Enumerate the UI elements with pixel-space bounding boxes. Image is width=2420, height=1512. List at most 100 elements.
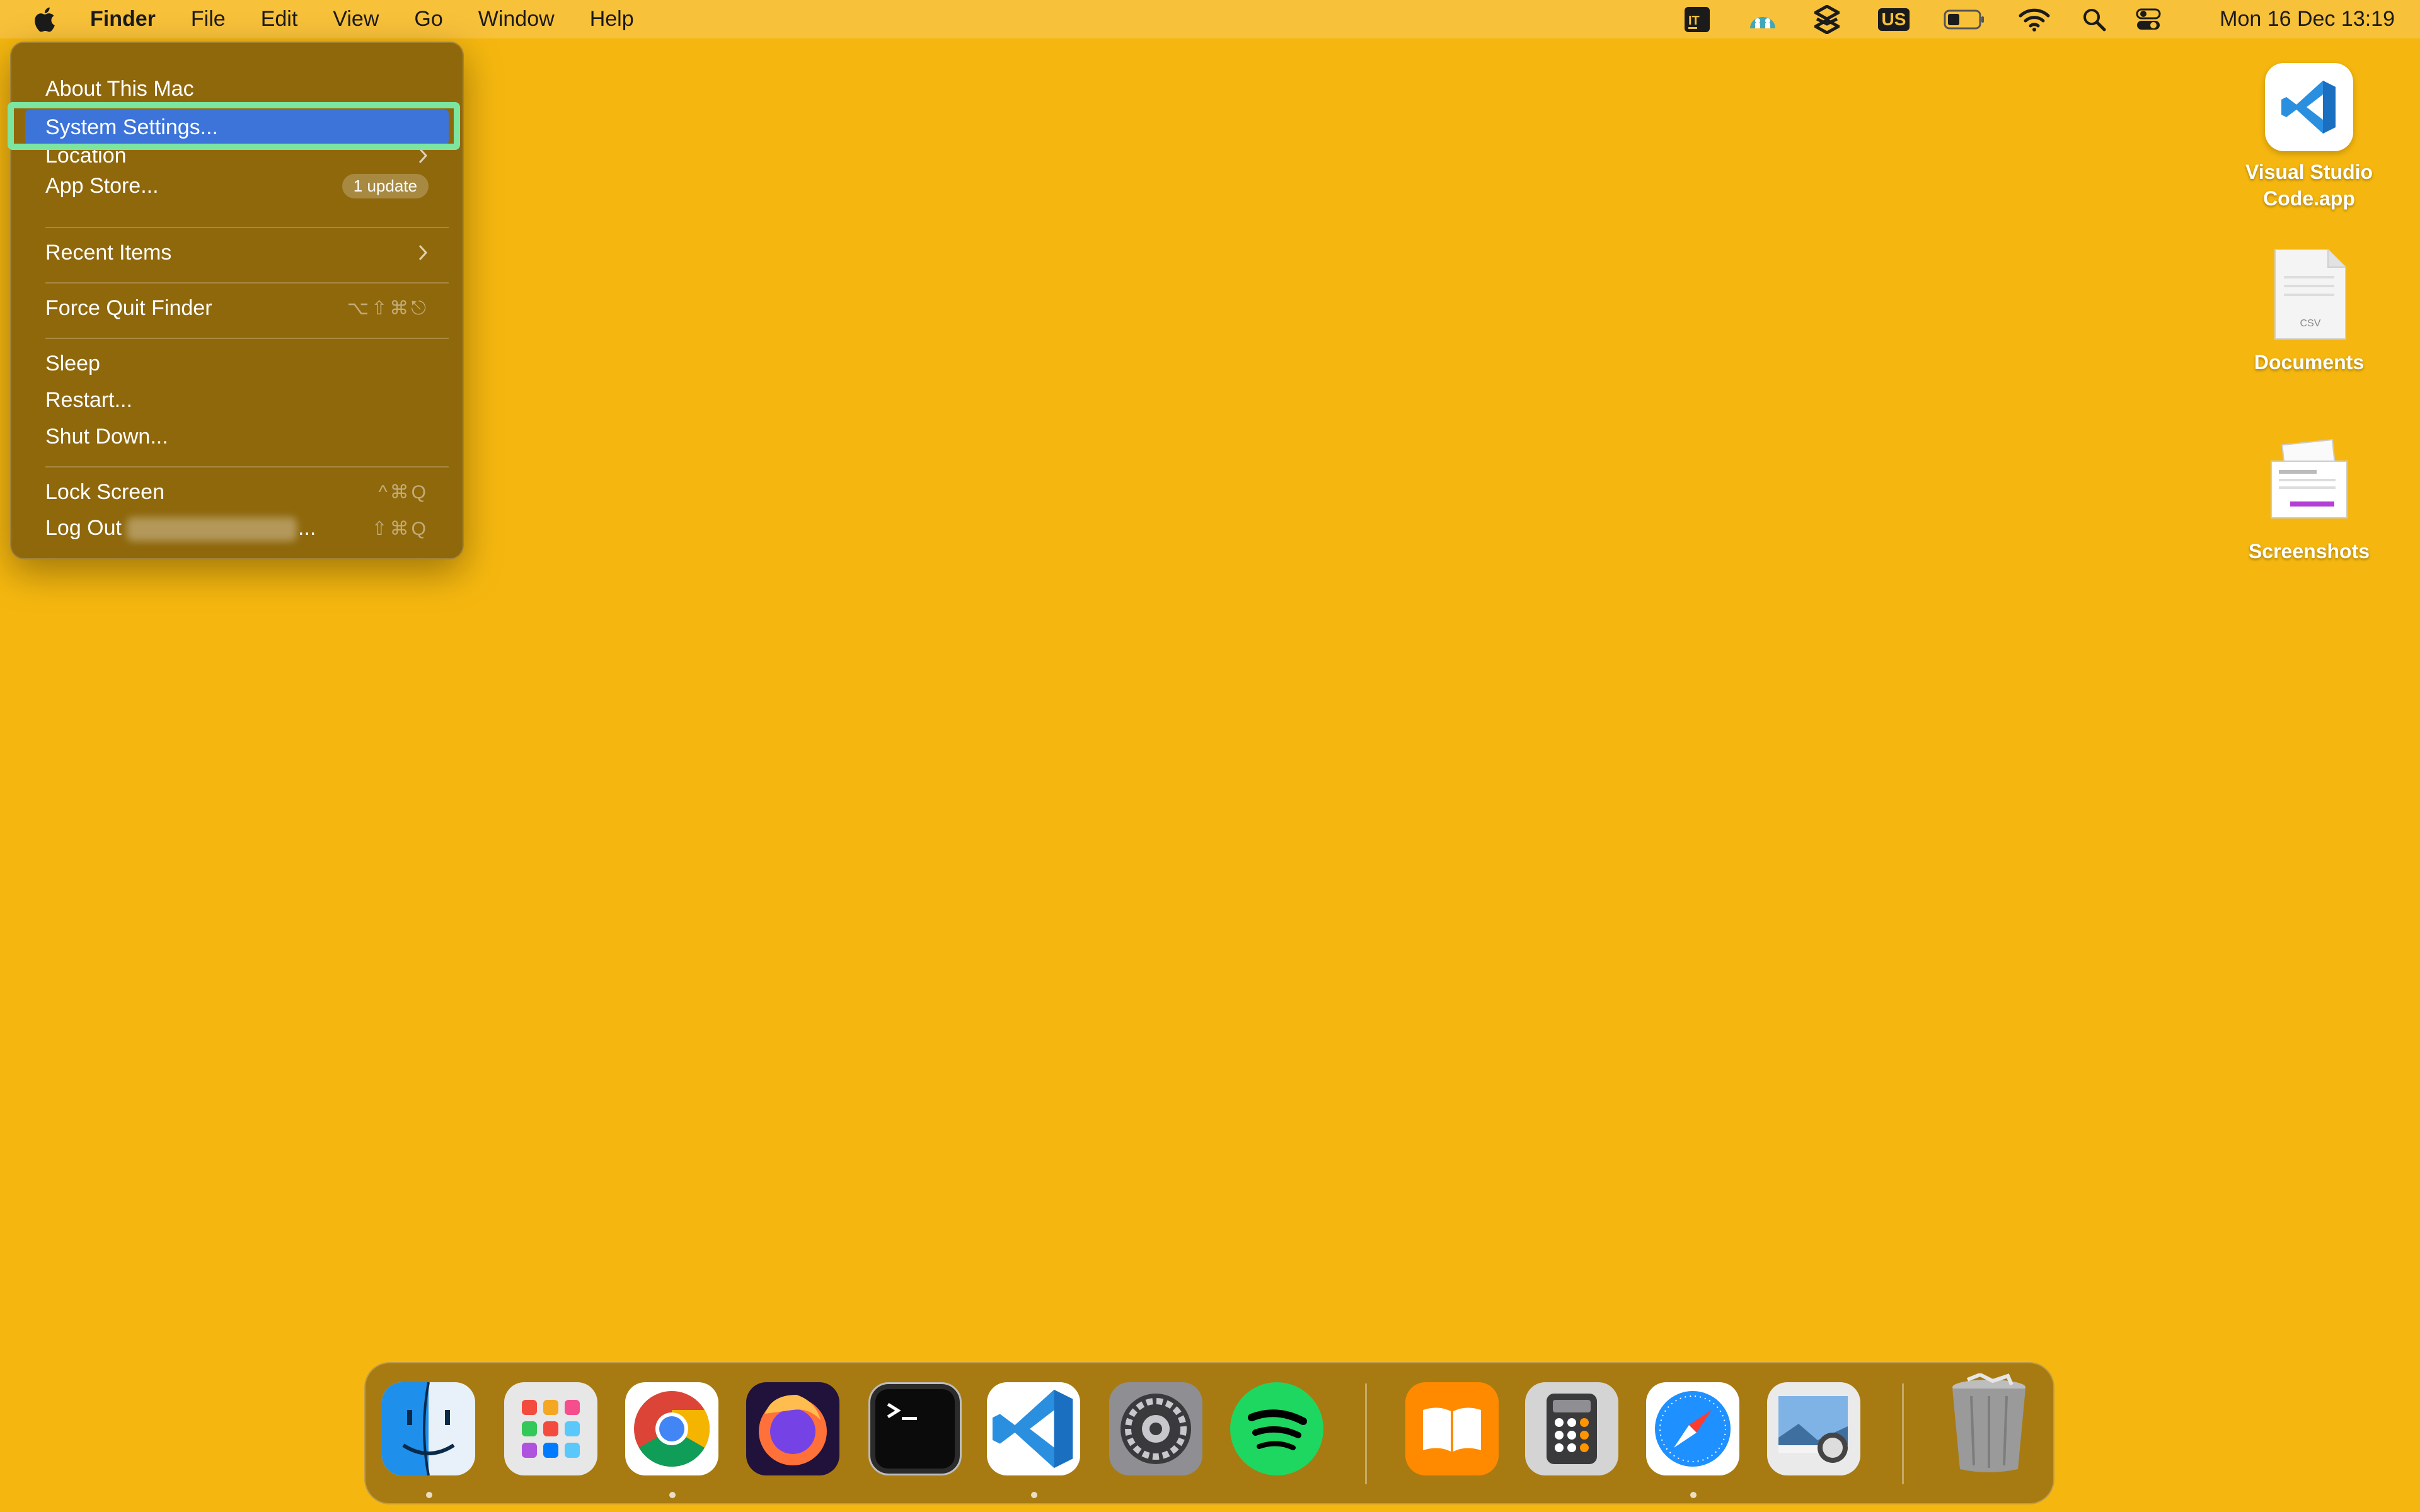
vscode-icon (2265, 63, 2353, 151)
menu-go[interactable]: Go (414, 7, 442, 32)
control-center-icon[interactable] (2133, 0, 2164, 38)
input-source-label: US (1877, 8, 1910, 31)
books-icon (1423, 1407, 1481, 1452)
desktop-icon-label: Documents (2254, 351, 2365, 374)
finder-icon (382, 1382, 475, 1475)
dock-item-calculator[interactable] (1525, 1382, 1618, 1475)
wifi-icon[interactable] (2017, 0, 2052, 38)
running-indicator-safari (1690, 1492, 1697, 1498)
dock-item-firefox[interactable] (746, 1382, 839, 1475)
spotlight-search-icon[interactable] (2078, 0, 2110, 38)
battery-icon[interactable] (1942, 0, 1986, 38)
safari-icon (1655, 1391, 1731, 1467)
keyboard-shortcut: ⌥⇧⌘⎋ (347, 297, 429, 319)
desktop-icon-screenshots[interactable]: Screenshots (2227, 436, 2391, 564)
preview-icon (1778, 1396, 1848, 1463)
menu-file[interactable]: File (191, 7, 226, 32)
svg-text:CSV: CSV (2300, 318, 2321, 329)
menu-item-label: About This Mac (45, 76, 194, 101)
dock-divider (1365, 1383, 1367, 1484)
menu-item-shut-down[interactable]: Shut Down... (25, 418, 449, 455)
dock-item-launchpad[interactable] (504, 1382, 597, 1475)
dock-item-vscode[interactable] (987, 1382, 1080, 1475)
menu-item-label: Log Out (45, 515, 122, 540)
menu-item-label: Lock Screen (45, 479, 164, 504)
running-indicator-vscode (1031, 1492, 1037, 1498)
stacks-icon[interactable] (1811, 0, 1843, 38)
menu-item-label: System Settings... (45, 115, 218, 139)
vscode-icon (992, 1389, 1073, 1469)
dock-item-trash[interactable] (1942, 1372, 2036, 1475)
chevron-right-icon (418, 244, 428, 261)
menu-bar: Finder File Edit View Go Window Help IT … (0, 0, 2420, 38)
menu-item-system-settings[interactable]: System Settings... (25, 109, 449, 146)
desktop-icon-label: Visual Studio Code.app (2227, 159, 2391, 212)
menu-help[interactable]: Help (590, 7, 634, 32)
menu-item-log-out[interactable]: Log Out... ⇧⌘Q (25, 510, 449, 547)
trash-icon (1952, 1372, 2025, 1472)
dock-item-system-settings[interactable] (1109, 1382, 1202, 1475)
spotify-icon (1248, 1409, 1307, 1450)
menu-item-label: Restart... (45, 387, 132, 412)
dock-item-spotify[interactable] (1230, 1382, 1323, 1475)
dock-item-terminal[interactable] (868, 1382, 962, 1475)
intellij-toolbox-icon[interactable]: IT (1681, 0, 1713, 38)
dock-item-books[interactable] (1405, 1382, 1499, 1475)
menu-item-restart[interactable]: Restart... (25, 382, 449, 418)
svg-text:IT: IT (1688, 14, 1700, 28)
running-indicator-finder (426, 1492, 432, 1498)
menu-item-force-quit[interactable]: Force Quit Finder ⌥⇧⌘⎋ (25, 290, 449, 326)
chrome-icon (634, 1391, 710, 1467)
chevron-right-icon (418, 147, 428, 164)
dock-item-safari[interactable] (1646, 1382, 1739, 1475)
menu-separator (45, 466, 449, 467)
keyboard-shortcut: ^⌘Q (378, 481, 429, 503)
menu-item-app-store[interactable]: App Store... 1 update (25, 168, 449, 204)
menu-item-label: Location (45, 143, 127, 168)
launchpad-icon (522, 1400, 580, 1458)
menu-item-location[interactable]: Location (25, 144, 449, 168)
menu-edit[interactable]: Edit (261, 7, 298, 32)
terminal-icon (875, 1389, 955, 1469)
menu-separator (45, 338, 449, 339)
desktop-icon-label-line2: Code.app (2263, 187, 2355, 210)
apple-logo-icon[interactable] (32, 5, 60, 34)
menu-view[interactable]: View (333, 7, 379, 32)
menu-separator (45, 227, 449, 228)
desktop-icon-vscode[interactable]: Visual Studio Code.app (2227, 63, 2391, 212)
calculator-icon (1547, 1394, 1597, 1464)
menu-finder[interactable]: Finder (90, 7, 156, 32)
menu-item-label-suffix: ... (297, 515, 316, 540)
menu-item-label: Shut Down... (45, 424, 168, 449)
menu-item-label: Recent Items (45, 240, 172, 265)
dock-item-preview[interactable] (1767, 1382, 1860, 1475)
menu-separator (45, 282, 449, 284)
firefox-icon (759, 1395, 827, 1465)
menu-item-lock-screen[interactable]: Lock Screen ^⌘Q (25, 474, 449, 510)
dock-item-finder[interactable] (382, 1382, 475, 1475)
running-indicator-chrome (669, 1492, 676, 1498)
menu-item-label: Sleep (45, 351, 100, 375)
cloud-people-icon[interactable] (1743, 0, 1782, 38)
menu-item-label: App Store... (45, 173, 159, 198)
csv-document-icon: CSV (2265, 247, 2353, 341)
dock-item-chrome[interactable] (625, 1382, 718, 1475)
desktop-icon-label: Screenshots (2248, 540, 2370, 563)
menubar-clock[interactable]: Mon 16 Dec 13:19 (2220, 0, 2395, 38)
update-badge: 1 update (342, 173, 429, 198)
menu-item-label: Force Quit Finder (45, 295, 212, 320)
dock-divider (1902, 1383, 1904, 1484)
desktop-icon-label-line1: Visual Studio (2245, 161, 2373, 183)
menu-item-recent-items[interactable]: Recent Items (25, 234, 449, 271)
input-source-icon[interactable]: US (1875, 0, 1913, 38)
apple-menu-dropdown: About This Mac System Settings... Locati… (10, 42, 464, 559)
system-settings-icon (1121, 1394, 1191, 1464)
redacted-username (126, 517, 297, 541)
menu-item-label-group: Log Out... (45, 516, 372, 541)
menu-item-about-this-mac[interactable]: About This Mac (25, 71, 449, 107)
keyboard-shortcut: ⇧⌘Q (371, 518, 429, 539)
desktop-icon-documents[interactable]: CSV Documents (2227, 247, 2391, 375)
screenshots-icon (2265, 436, 2353, 530)
menu-window[interactable]: Window (478, 7, 555, 32)
menu-item-sleep[interactable]: Sleep (25, 345, 449, 382)
